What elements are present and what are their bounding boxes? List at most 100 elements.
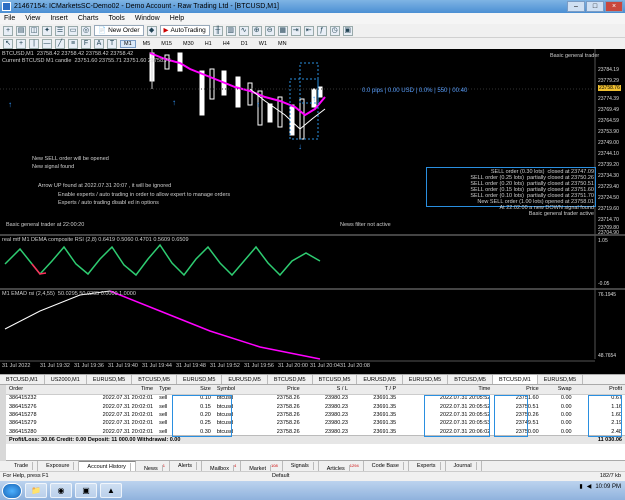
table-row[interactable]: 386415278 2022.07.31 20:02:01 sell 0.20 … — [6, 411, 625, 419]
timeframe-h1[interactable]: H1 — [201, 40, 216, 48]
browser-icon[interactable]: ◉ — [50, 483, 72, 498]
chart-tab[interactable]: BTCUSD,M1 — [0, 375, 45, 384]
explorer-icon[interactable]: 📁 — [25, 483, 47, 498]
chart-window[interactable]: ↑ ↑ ↑ ↑ ↓ BTCUSD,M1 23758.42 23758.42 23… — [0, 49, 625, 374]
chart-tab[interactable]: EURUSD,M5 — [538, 375, 584, 384]
network-icon[interactable]: ▮ — [579, 483, 582, 490]
tab-mailbox[interactable]: Mailbox4 — [202, 461, 242, 473]
chart-tab[interactable]: EURUSD,M5 — [222, 375, 268, 384]
tab-journal[interactable]: Journal — [446, 461, 482, 471]
bar-chart-icon[interactable]: ╫ — [212, 25, 223, 36]
col-close-time[interactable]: Time — [399, 385, 494, 395]
tab-alerts[interactable]: Alerts — [170, 461, 202, 471]
new-order-button[interactable]: 📄 New Order — [94, 25, 144, 36]
col-symbol[interactable]: Symbol — [213, 385, 255, 395]
chart-tab[interactable]: EURUSD,M5 — [403, 375, 449, 384]
data-window-icon[interactable]: ✦ — [42, 25, 52, 36]
tester-icon[interactable]: ◎ — [81, 25, 91, 36]
table-row[interactable]: 386415279 2022.07.31 20:02:01 sell 0.25 … — [6, 419, 625, 427]
folder-icon[interactable]: ▣ — [75, 483, 97, 498]
menu-help[interactable]: Help — [170, 15, 184, 22]
col-profit[interactable]: Profit — [574, 385, 625, 395]
chart-tab[interactable]: BTCUSD,M5 — [132, 375, 178, 384]
indicators-icon[interactable]: ƒ — [316, 25, 327, 36]
chart-tab[interactable]: US2000,M1 — [45, 375, 87, 384]
tile-windows-icon[interactable]: ▦ — [277, 25, 288, 36]
cell-order: 386415280 — [9, 428, 37, 435]
line-chart-icon[interactable]: ∿ — [238, 25, 249, 36]
trendline-icon[interactable]: ╱ — [55, 38, 65, 49]
tab-trade[interactable]: Trade — [6, 461, 39, 471]
menu-insert[interactable]: Insert — [50, 15, 68, 22]
close-button[interactable]: × — [605, 1, 623, 12]
menu-view[interactable]: View — [25, 15, 40, 22]
timeframe-m30[interactable]: M30 — [179, 40, 198, 48]
chart-tab[interactable]: BTCUSD,M5 — [448, 375, 493, 384]
col-close-price[interactable]: Price — [493, 385, 542, 395]
table-row[interactable]: 386415280 2022.07.31 20:02:01 sell 0.30 … — [6, 428, 625, 436]
tab-signals[interactable]: Signals — [283, 461, 319, 471]
table-row[interactable]: 386415232 2022.07.31 20:02:01 sell 0.10 … — [6, 394, 625, 402]
zoom-in-icon[interactable]: ⊕ — [251, 25, 262, 36]
vertical-line-icon[interactable]: | — [29, 38, 39, 49]
tab-account-history[interactable]: Account History — [79, 461, 136, 471]
timeframe-m5[interactable]: M5 — [139, 40, 155, 48]
autoscroll-icon[interactable]: ⇥ — [290, 25, 301, 36]
zoom-out-icon[interactable]: ⊖ — [264, 25, 275, 36]
tab-market[interactable]: Market108 — [241, 461, 283, 473]
timeframe-m1[interactable]: M1 — [120, 39, 136, 48]
menu-window[interactable]: Window — [135, 15, 160, 22]
menu-file[interactable]: File — [4, 15, 15, 22]
timeframe-d1[interactable]: D1 — [237, 40, 252, 48]
menu-charts[interactable]: Charts — [78, 15, 99, 22]
horizontal-line-icon[interactable]: — — [42, 38, 52, 49]
col-tp[interactable]: T / P — [350, 385, 400, 395]
chart-tab[interactable]: BTCUSD,M5 — [313, 375, 358, 384]
col-swap[interactable]: Swap — [541, 385, 575, 395]
autotrading-button[interactable]: ▶ AutoTrading — [159, 25, 210, 36]
channel-icon[interactable]: ≡ — [68, 38, 78, 49]
menu-tools[interactable]: Tools — [108, 15, 124, 22]
navigator-icon[interactable]: ☰ — [55, 25, 65, 36]
chart-tab[interactable]: BTCUSD,M5 — [268, 375, 313, 384]
timeframe-h4[interactable]: H4 — [219, 40, 234, 48]
templates-icon[interactable]: ▣ — [342, 25, 353, 36]
volume-icon[interactable]: ◀ — [587, 483, 592, 490]
tab-experts[interactable]: Experts — [409, 461, 446, 471]
text-icon[interactable]: A — [94, 38, 104, 49]
tab-exposure[interactable]: Exposure — [38, 461, 80, 471]
tab-news[interactable]: News1 — [136, 461, 170, 473]
periods-icon[interactable]: ◷ — [329, 25, 340, 36]
candles-icon[interactable]: ▥ — [225, 25, 236, 36]
terminal-icon[interactable]: ▭ — [68, 25, 78, 36]
col-open-price[interactable]: Price — [254, 385, 303, 395]
fibonacci-icon[interactable]: F — [81, 38, 91, 49]
col-open-time[interactable]: Time — [61, 385, 157, 395]
chart-tab[interactable]: EURUSD,M5 — [357, 375, 403, 384]
label-icon[interactable]: T — [107, 38, 117, 49]
col-size[interactable]: Size — [185, 385, 214, 395]
market-watch-icon[interactable]: ◫ — [29, 25, 39, 36]
timeframe-mn[interactable]: MN — [274, 40, 291, 48]
chart-tab[interactable]: EURUSD,M5 — [87, 375, 133, 384]
profiles-icon[interactable]: ▤ — [16, 25, 26, 36]
chart-shift-icon[interactable]: ⇤ — [303, 25, 314, 36]
col-sl[interactable]: S / L — [302, 385, 351, 395]
metatrader-icon[interactable]: ▲ — [100, 483, 122, 498]
timeframe-w1[interactable]: W1 — [255, 40, 271, 48]
new-chart-icon[interactable]: + — [3, 25, 13, 36]
tab-code-base[interactable]: Code Base — [364, 461, 409, 471]
crosshair-icon[interactable]: + — [16, 38, 26, 49]
cursor-icon[interactable]: ↖ — [3, 38, 13, 49]
maximize-button[interactable]: □ — [586, 1, 604, 12]
minimize-button[interactable]: – — [567, 1, 585, 12]
col-order[interactable]: Order — [6, 385, 62, 395]
chart-tab[interactable]: EURUSD,M5 — [177, 375, 223, 384]
tab-articles[interactable]: Articles1294 — [319, 461, 364, 473]
metaeditor-icon[interactable]: ◆ — [146, 25, 157, 36]
timeframe-m15[interactable]: M15 — [157, 40, 176, 48]
table-row[interactable]: 386415276 2022.07.31 20:02:01 sell 0.15 … — [6, 402, 625, 410]
chart-tab-active[interactable]: BTCUSD,M1 — [492, 375, 538, 384]
start-button[interactable] — [2, 482, 22, 499]
col-type[interactable]: Type — [156, 385, 186, 395]
